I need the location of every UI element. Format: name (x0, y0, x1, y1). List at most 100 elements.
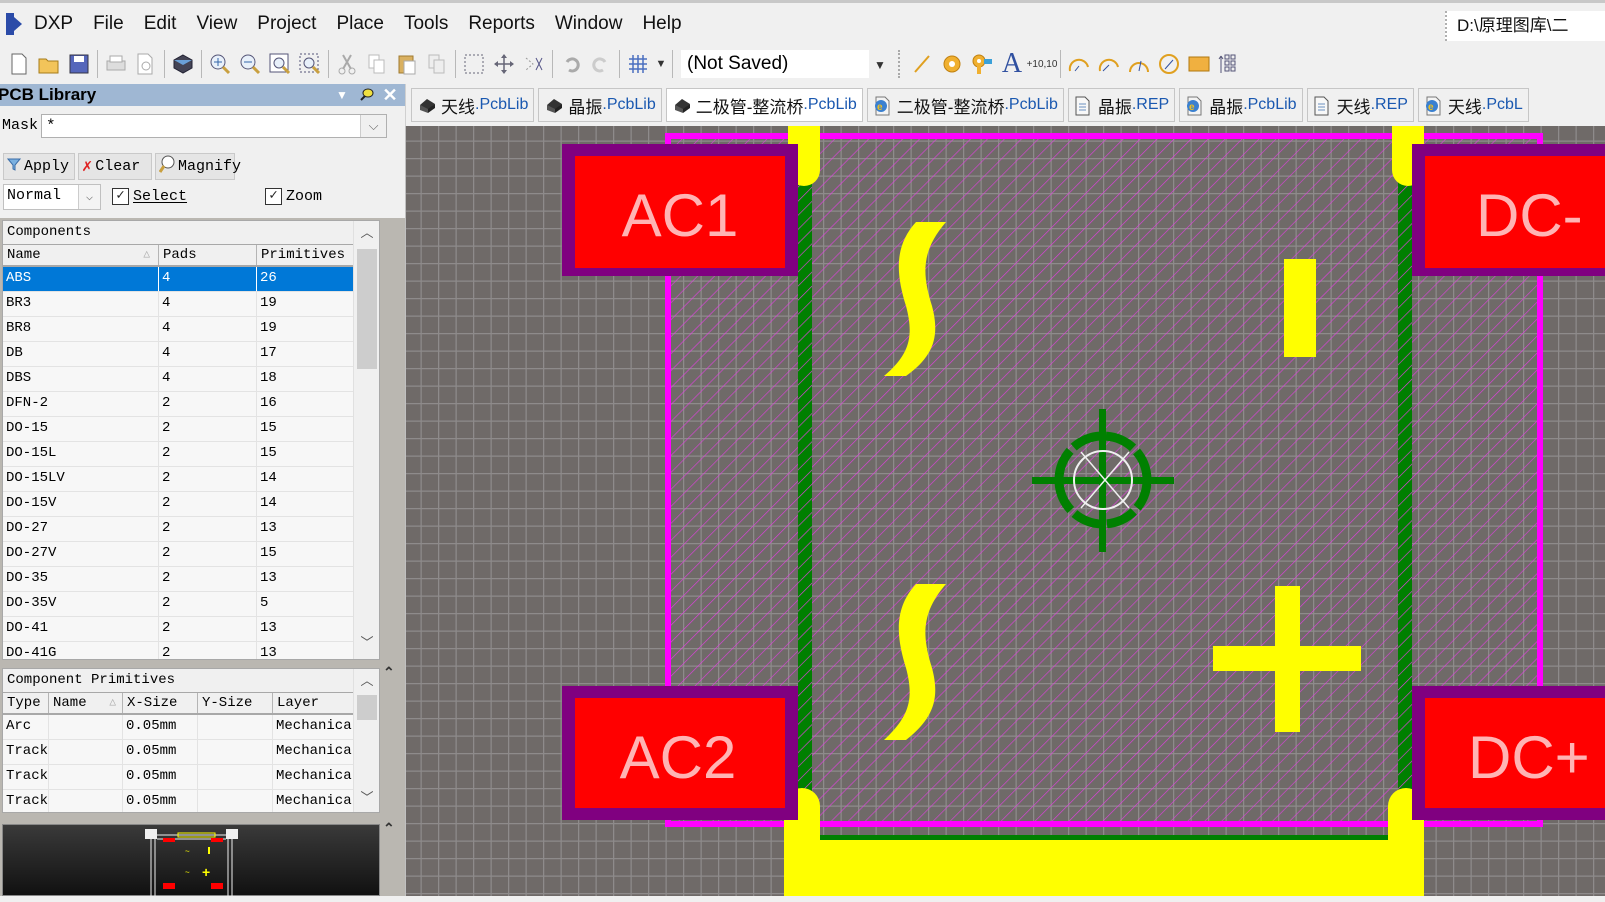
place-string-icon[interactable]: A (997, 48, 1027, 79)
components-scrollbar[interactable]: ︿ ﹀ (353, 221, 379, 659)
column-header-name[interactable]: Name △ (49, 693, 123, 713)
scroll-down-icon[interactable]: ﹀ (354, 788, 379, 810)
component-row[interactable]: DBS 4 18 (3, 367, 354, 392)
menu-edit[interactable]: Edit (134, 13, 187, 35)
zoom-in-icon[interactable] (205, 49, 235, 79)
document-tab[interactable]: 晶振 .PcbLib (538, 88, 662, 122)
column-header-y-size[interactable]: Y-Size (198, 693, 273, 713)
component-row[interactable]: BR3 4 19 (3, 292, 354, 317)
pad-dc-minus[interactable]: DC- (1412, 144, 1605, 276)
component-row[interactable]: DO-27V 2 15 (3, 542, 354, 567)
column-header-type[interactable]: Type (3, 693, 49, 713)
mask-input[interactable]: * (41, 114, 387, 138)
component-row[interactable]: DO-15LV 2 14 (3, 467, 354, 492)
array-paste-icon[interactable] (1214, 49, 1244, 79)
primitive-row[interactable]: Track 0.05mm Mechanica (3, 765, 354, 790)
component-row[interactable]: DO-15L 2 15 (3, 442, 354, 467)
component-row[interactable]: DO-41G 2 13 (3, 642, 354, 659)
cut-icon[interactable] (332, 49, 362, 79)
menu-file[interactable]: File (83, 13, 134, 35)
arc-edge-icon[interactable] (1094, 49, 1124, 79)
clear-button[interactable]: ✗ Clear (78, 153, 152, 180)
column-header-primitives[interactable]: Primitives (257, 245, 354, 265)
zoom-out-icon[interactable] (235, 49, 265, 79)
open-folder-icon[interactable] (34, 49, 64, 79)
menu-dxp[interactable]: DXP (34, 13, 83, 35)
select-checkbox[interactable]: ✓ Select (112, 188, 187, 205)
primitive-row[interactable]: Track 0.05mm Mechanica (3, 740, 354, 765)
3d-view-icon[interactable] (168, 49, 198, 79)
close-icon[interactable]: ✕ (379, 84, 401, 106)
place-line-icon[interactable] (907, 49, 937, 79)
component-row[interactable]: DB 4 17 (3, 342, 354, 367)
document-tab[interactable]: 二极管-整流桥 .PcbLib (665, 88, 863, 122)
zoom-area-icon[interactable] (295, 49, 325, 79)
component-row[interactable]: DO-41 2 13 (3, 617, 354, 642)
snap-grid-select[interactable]: (Not Saved) ▼ (680, 49, 892, 79)
column-header-x-size[interactable]: X-Size (123, 693, 198, 713)
arc-any-icon[interactable] (1124, 49, 1154, 79)
place-coordinate-icon[interactable]: +10,10 (1027, 49, 1058, 79)
save-icon[interactable] (64, 49, 94, 79)
component-row[interactable]: DO-15V 2 14 (3, 492, 354, 517)
document-tab[interactable]: 晶振 .REP (1067, 88, 1176, 122)
collapse-section-icon[interactable]: ⌃ (383, 820, 395, 837)
component-row[interactable]: DO-15 2 15 (3, 417, 354, 442)
column-header-layer[interactable]: Layer (273, 693, 354, 713)
menu-reports[interactable]: Reports (458, 13, 545, 35)
primitive-row[interactable]: Arc 0.05mm Mechanica (3, 715, 354, 740)
pad-dc-plus[interactable]: DC+ (1412, 686, 1605, 820)
component-row[interactable]: DO-35 2 13 (3, 567, 354, 592)
fill-icon[interactable] (1184, 49, 1214, 79)
pcb-canvas[interactable]: AC1 DC- AC2 DC+ (405, 126, 1605, 896)
toolbar-grip[interactable] (898, 50, 901, 78)
move-icon[interactable] (489, 49, 519, 79)
chevron-down-icon[interactable]: ⌵ (78, 185, 100, 209)
column-header-name[interactable]: Name △ (3, 245, 159, 265)
component-preview[interactable]: ~ ~ + (2, 824, 380, 897)
panel-menu-chevron-icon[interactable]: ▼ (334, 84, 350, 106)
checkbox-checked-icon[interactable]: ✓ (112, 188, 129, 205)
pin-icon[interactable] (355, 84, 377, 106)
print-preview-icon[interactable] (131, 49, 161, 79)
document-path-field[interactable]: D:\原理图库\二 (1445, 11, 1605, 41)
document-tab[interactable]: e 天线 .PcbL (1417, 88, 1529, 122)
dxp-logo-icon[interactable] (6, 12, 28, 35)
print-icon[interactable] (101, 49, 131, 79)
primitive-row[interactable]: Track 0.05mm Mechanica (3, 790, 354, 812)
primitives-scrollbar[interactable]: ︿ ﹀ (353, 669, 379, 812)
apply-button[interactable]: Apply (3, 153, 75, 180)
document-tab[interactable]: e 二极管-整流桥 .PcbLib (866, 88, 1064, 122)
copy-icon[interactable] (362, 49, 392, 79)
scroll-up-icon[interactable]: ︿ (354, 223, 379, 245)
menu-place[interactable]: Place (326, 13, 394, 35)
place-via-icon[interactable] (967, 49, 997, 79)
column-header-pads[interactable]: Pads (159, 245, 257, 265)
pad-ac2[interactable]: AC2 (562, 686, 798, 820)
arc-center-icon[interactable] (1064, 49, 1094, 79)
grid-icon[interactable] (623, 49, 653, 79)
paste-icon[interactable] (392, 49, 422, 79)
scroll-up-icon[interactable]: ︿ (354, 671, 379, 693)
menu-view[interactable]: View (186, 13, 247, 35)
scrollbar-thumb[interactable] (357, 249, 377, 369)
component-row[interactable]: ABS 4 26 (3, 267, 354, 292)
undo-icon[interactable] (556, 49, 586, 79)
full-circle-icon[interactable] (1154, 49, 1184, 79)
document-tab[interactable]: 天线 .PcbLib (411, 88, 535, 122)
component-row[interactable]: BR8 4 19 (3, 317, 354, 342)
deselect-icon[interactable] (519, 49, 549, 79)
scrollbar-thumb[interactable] (357, 695, 377, 720)
component-row[interactable]: DO-27 2 13 (3, 517, 354, 542)
zoom-fit-icon[interactable] (265, 49, 295, 79)
menu-window[interactable]: Window (545, 13, 633, 35)
component-row[interactable]: DFN-2 2 16 (3, 392, 354, 417)
menu-tools[interactable]: Tools (394, 13, 458, 35)
collapse-section-icon[interactable]: ⌃ (383, 664, 395, 681)
scroll-down-icon[interactable]: ﹀ (354, 633, 379, 655)
document-tab[interactable]: e 晶振 .PcbLib (1179, 88, 1303, 122)
zoom-checkbox[interactable]: ✓ Zoom (265, 188, 322, 205)
mode-select[interactable]: Normal ⌵ (3, 184, 101, 210)
document-tab[interactable]: 天线 .REP (1306, 88, 1414, 122)
component-row[interactable]: DO-35V 2 5 (3, 592, 354, 617)
